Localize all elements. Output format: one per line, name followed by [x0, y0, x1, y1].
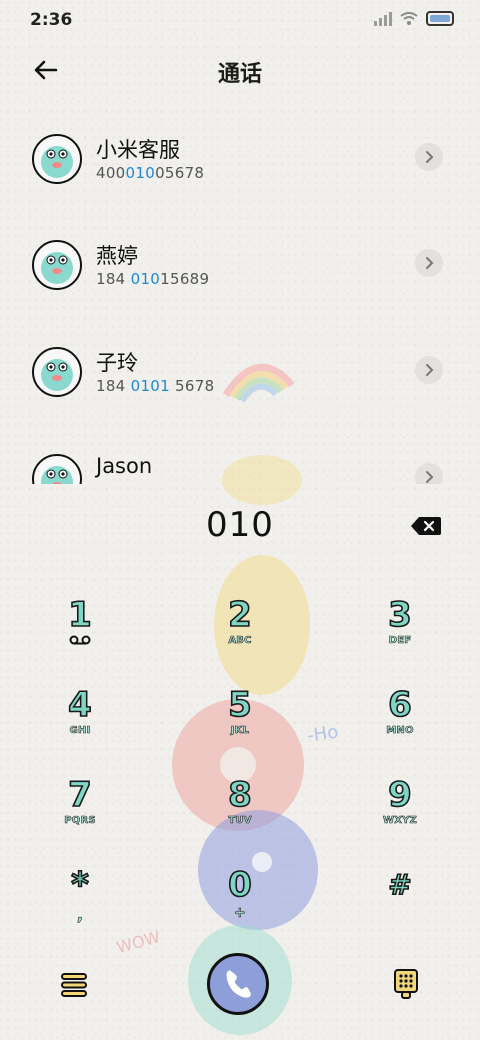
avatar	[32, 240, 82, 290]
contact-suggestions-list: 小米客服 40001005678 燕婷 184 01015689 子玲 184 …	[0, 110, 480, 484]
key-9[interactable]: 9 WXYZ	[340, 774, 460, 855]
dialed-number-display: 010	[206, 505, 274, 545]
contact-row[interactable]: Jason	[0, 430, 480, 484]
phone-icon	[226, 970, 251, 998]
backspace-icon[interactable]	[410, 515, 442, 537]
key-7[interactable]: 7 PQRS	[20, 774, 140, 855]
key-6[interactable]: 6 MNO	[340, 684, 460, 765]
status-icons	[374, 11, 454, 26]
contact-name: 小米客服	[96, 138, 180, 162]
contact-name: Jason	[96, 454, 153, 478]
keypad-icon[interactable]	[393, 968, 419, 1000]
matched-digits: 010	[125, 164, 156, 182]
header: 通话	[0, 50, 480, 90]
avatar	[32, 134, 82, 184]
contact-row[interactable]: 小米客服 40001005678	[0, 110, 480, 210]
status-bar: 2:36	[0, 0, 480, 40]
chevron-right-icon[interactable]	[415, 249, 443, 277]
chevron-right-icon[interactable]	[415, 356, 443, 384]
matched-digits: 0101	[130, 377, 170, 395]
contact-row[interactable]: 子玲 184 0101 5678	[0, 323, 480, 423]
avatar	[32, 347, 82, 397]
chevron-right-icon[interactable]	[415, 463, 443, 484]
battery-icon	[426, 11, 454, 26]
contact-row[interactable]: 燕婷 184 01015689	[0, 216, 480, 316]
contact-number: 184 01015689	[96, 270, 210, 288]
key-3[interactable]: 3 DEF	[340, 594, 460, 675]
key-star[interactable]: * ,	[20, 864, 140, 945]
cellular-signal-icon	[374, 11, 392, 26]
contact-number: 40001005678	[96, 164, 205, 182]
chevron-right-icon[interactable]	[415, 143, 443, 171]
key-5[interactable]: 5 JKL	[180, 684, 300, 765]
key-8[interactable]: 8 TUV	[180, 774, 300, 855]
key-0[interactable]: 0 +	[180, 864, 300, 945]
avatar	[32, 454, 82, 484]
call-button[interactable]	[207, 953, 269, 1015]
key-1[interactable]: 1	[20, 594, 140, 675]
status-time: 2:36	[30, 10, 73, 30]
key-4[interactable]: 4 GHI	[20, 684, 140, 765]
contact-name: 子玲	[96, 351, 138, 375]
key-hash[interactable]: #	[340, 865, 460, 945]
page-title: 通话	[217, 62, 262, 87]
menu-icon[interactable]	[60, 972, 88, 998]
key-2[interactable]: 2 ABC	[180, 594, 300, 675]
voicemail-icon	[69, 635, 91, 645]
matched-digits: 010	[130, 270, 161, 288]
contact-number: 184 0101 5678	[96, 377, 215, 395]
svg-text:-Ho: -Ho	[306, 722, 340, 747]
wifi-icon	[400, 11, 418, 25]
contact-name: 燕婷	[96, 244, 138, 268]
